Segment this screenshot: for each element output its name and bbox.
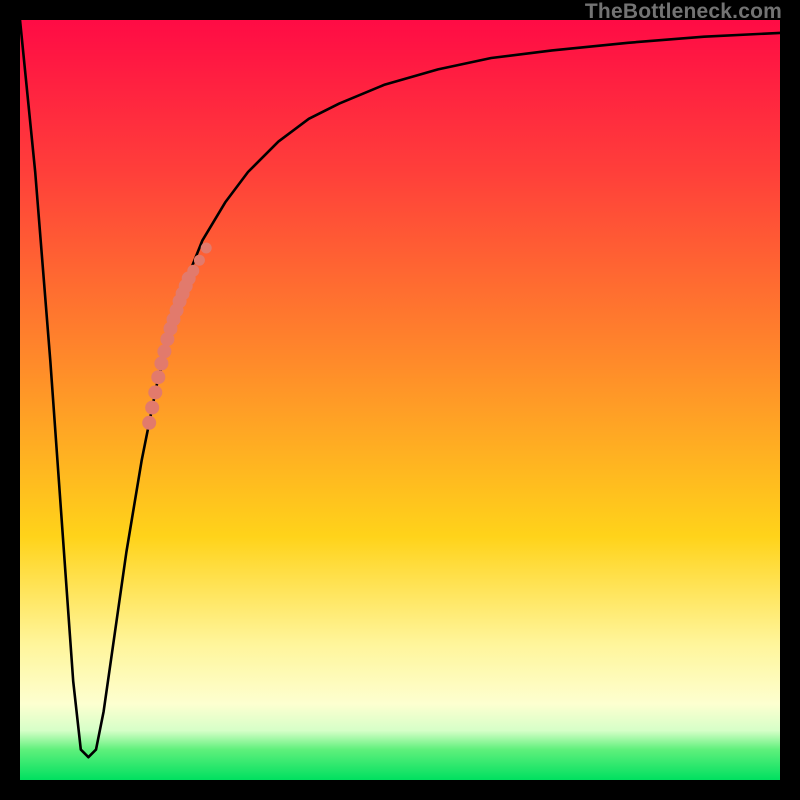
curve-marker	[157, 344, 171, 358]
curve-marker	[201, 243, 212, 254]
curve-marker	[154, 357, 168, 371]
curve-marker	[148, 385, 162, 399]
marker-group	[142, 243, 212, 430]
curve-marker	[194, 255, 205, 266]
curve-marker	[142, 416, 156, 430]
bottleneck-curve	[20, 20, 780, 757]
curve-marker	[145, 401, 159, 415]
curve-marker	[187, 265, 199, 277]
chart-svg	[20, 20, 780, 780]
chart-plot-area	[20, 20, 780, 780]
chart-frame: TheBottleneck.com	[0, 0, 800, 800]
curve-marker	[151, 370, 165, 384]
watermark-text: TheBottleneck.com	[585, 0, 782, 24]
